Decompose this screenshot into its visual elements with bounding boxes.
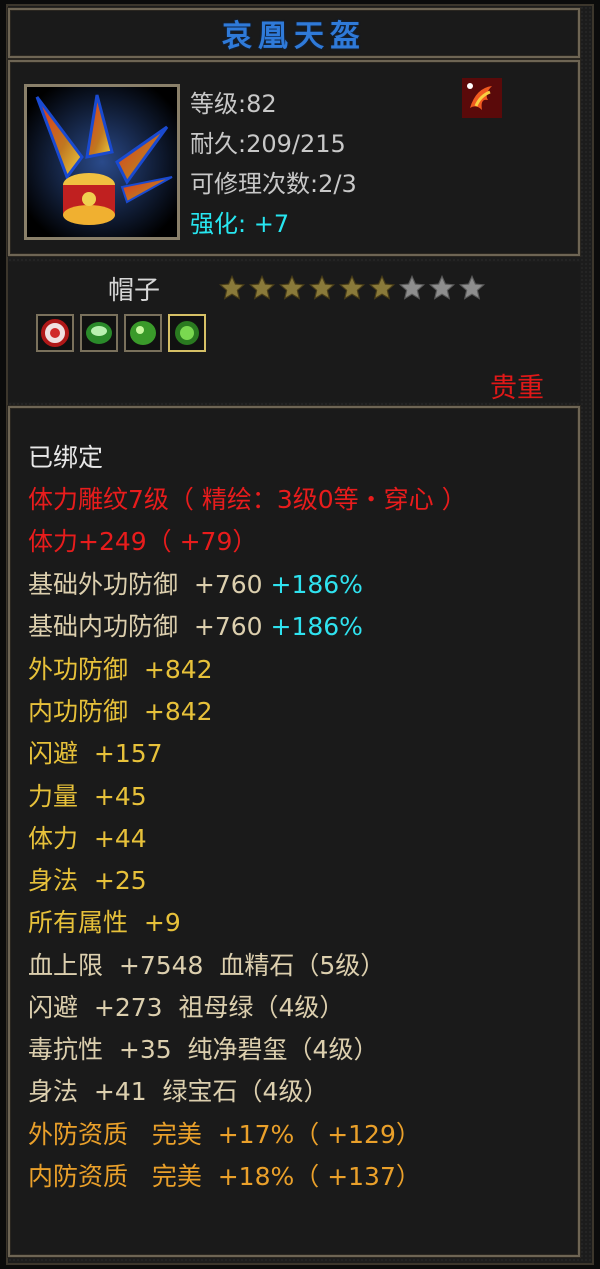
item-icon [24, 84, 180, 240]
stamina-total-line: 体力+249（ +79） [28, 527, 258, 556]
repair-count-text: 可修理次数:2/3 [190, 170, 357, 198]
green-gem-icon [175, 321, 199, 345]
title-bar: 哀凰天盔 [8, 8, 580, 58]
star-filled-icon [218, 274, 246, 300]
quality-line-2: 内防资质 完美 +18%（ +137） [28, 1162, 421, 1191]
gem-slot-4[interactable] [168, 314, 206, 352]
durability-text: 耐久:209/215 [190, 130, 346, 158]
star-filled-icon [368, 274, 396, 300]
star-rating [218, 274, 486, 302]
green-gem-icon [130, 321, 156, 345]
gem-line-3: 毒抗性 +35 纯净碧玺（4级） [28, 1035, 379, 1064]
engrave-line: 体力雕纹7级（ 精绘：3级0等・穿心 ） [28, 485, 467, 514]
all-attr-line: 所有属性 +9 [28, 908, 181, 937]
outer-def-line: 外功防御 +842 [28, 655, 213, 684]
stamina-line: 体力 +44 [28, 824, 147, 853]
enhance-text: 强化: +7 [190, 204, 289, 239]
star-empty-icon [398, 274, 426, 300]
helmet-icon [27, 87, 177, 237]
base-outer-def-line: 基础外功防御 +760 +186% [28, 565, 363, 601]
gem-slot-3[interactable] [124, 314, 162, 352]
strength-line: 力量 +45 [28, 782, 147, 811]
base-inner-def-text: 基础内功防御 +760 [28, 612, 271, 641]
gem-slots [36, 314, 206, 352]
inner-def-line: 内功防御 +842 [28, 697, 213, 726]
quality-line-1: 外防资质 完美 +17%（ +129） [28, 1120, 421, 1149]
enhance-value: +7 [246, 210, 290, 238]
base-outer-def-pct: +186% [270, 570, 363, 599]
base-inner-def-pct: +186% [270, 612, 363, 641]
base-inner-def-line: 基础内功防御 +760 +186% [28, 607, 363, 643]
agility-line: 身法 +25 [28, 866, 147, 895]
enhance-label: 强化: [190, 210, 247, 238]
star-filled-icon [248, 274, 276, 300]
item-grade-label: 贵重 [490, 373, 544, 404]
bound-status: 已绑定 [28, 443, 104, 472]
star-filled-icon [338, 274, 366, 300]
item-name: 哀凰天盔 [222, 19, 366, 54]
phoenix-emblem-icon [462, 78, 502, 118]
star-filled-icon [308, 274, 336, 300]
level-text: 等级:82 [190, 90, 277, 118]
gem-line-1: 血上限 +7548 血精石（5级） [28, 951, 386, 980]
star-empty-icon [428, 274, 456, 300]
dodge-line: 闪避 +157 [28, 739, 163, 768]
green-gem-icon [86, 322, 112, 344]
gem-line-4: 身法 +41 绿宝石（4级） [28, 1077, 329, 1106]
item-type-label: 帽子 [108, 276, 161, 306]
red-gem-icon [41, 319, 69, 347]
star-filled-icon [278, 274, 306, 300]
gem-slot-1[interactable] [36, 314, 74, 352]
gem-line-2: 闪避 +273 祖母绿（4级） [28, 993, 345, 1022]
gem-slot-2[interactable] [80, 314, 118, 352]
star-empty-icon [458, 274, 486, 300]
base-outer-def-text: 基础外功防御 +760 [28, 570, 271, 599]
